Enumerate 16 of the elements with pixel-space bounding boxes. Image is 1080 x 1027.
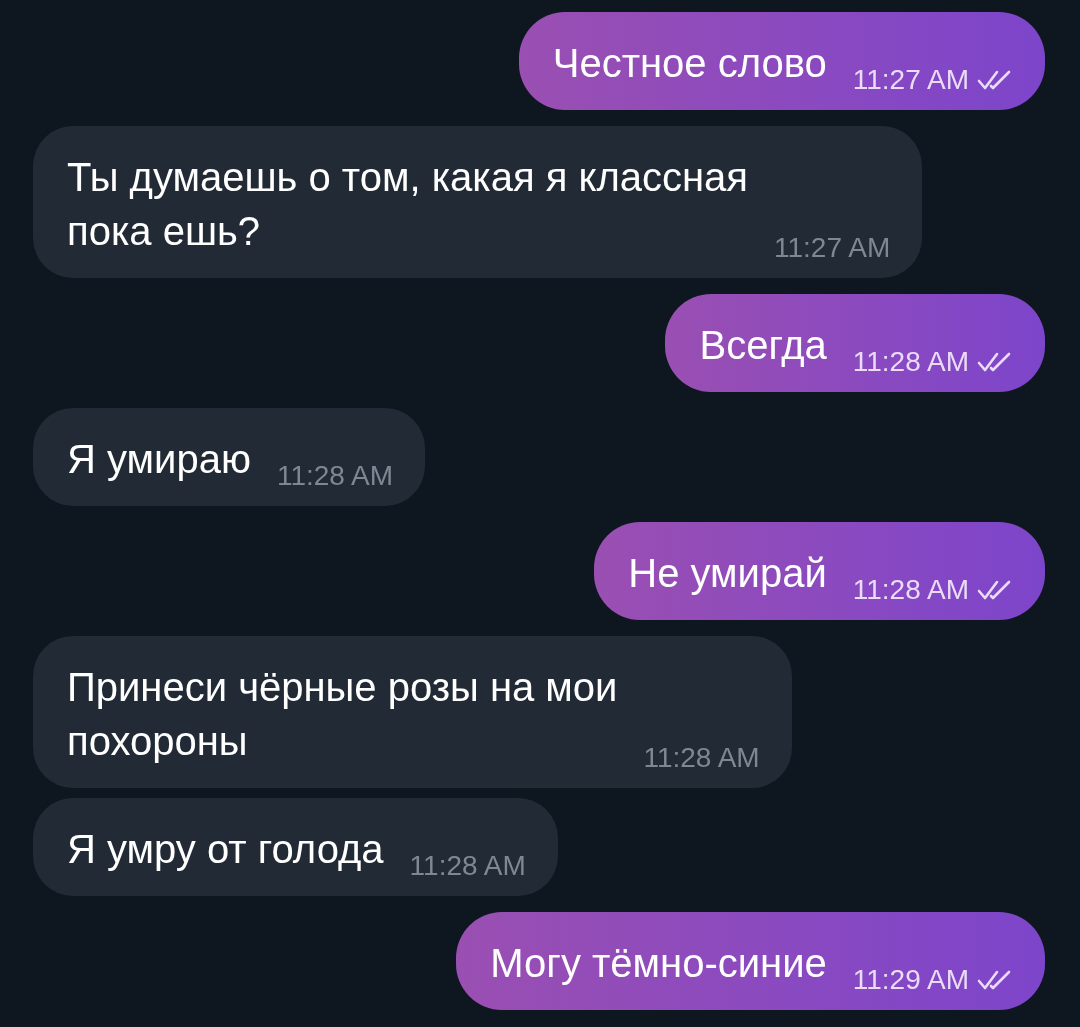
message-text: Честное слово	[552, 40, 827, 87]
message-text: Могу тёмно-синие	[490, 940, 827, 987]
message-time: 11:28 AM	[409, 850, 526, 882]
message-time: 11:28 AM	[276, 460, 394, 492]
message-time: 11:27 AM	[852, 64, 969, 96]
message-time: 11:29 AM	[852, 964, 969, 996]
message-text: Принеси чёрные розы на мои похороны	[67, 664, 618, 765]
message-text: Всегда	[699, 322, 827, 369]
message-time: 11:28 AM	[852, 574, 969, 606]
message-text: Я умираю	[67, 436, 251, 483]
message-time: 11:28 AM	[852, 346, 969, 378]
message-time: 11:28 AM	[643, 742, 760, 774]
message-text: Я умру от голода	[67, 826, 384, 873]
message-time: 11:27 AM	[774, 232, 891, 264]
message-text: Ты думаешь о том, какая я классная пока ешь?	[67, 154, 748, 255]
message-text: Не умирай	[628, 550, 827, 597]
